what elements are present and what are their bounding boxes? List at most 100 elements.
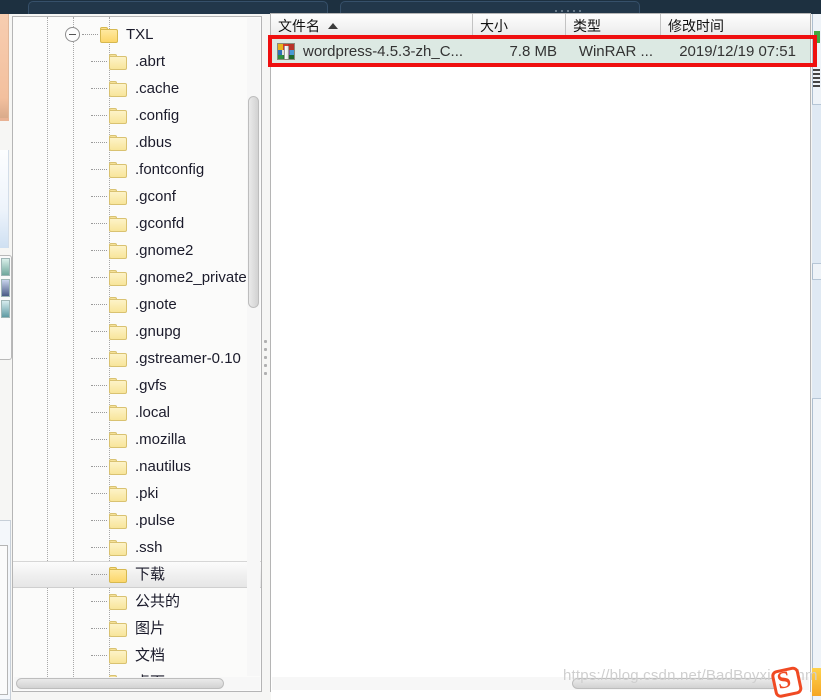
tree-item-18[interactable]: .pulse [13,507,261,534]
column-header-filename[interactable]: 文件名 [271,14,473,37]
tree-item-label: .config [135,107,180,124]
tree-item-label: 文档 [135,647,166,664]
tree-item-label: 公共的 [135,593,181,610]
tree-item-label: .gconf [135,188,176,205]
tree-connector-line [91,358,107,359]
folder-icon [109,323,128,340]
tree-connector-line [91,331,107,332]
column-header-size[interactable]: 大小 [473,14,566,37]
tree-item-11[interactable]: .gnupg [13,318,261,345]
screenshot-root: TXL .abrt .cache .config .dbus .fontconfig .gc… [0,0,821,700]
tree-item-19[interactable]: .ssh [13,534,261,561]
tree-item-label: .gconfd [135,215,185,232]
tree-connector-line [91,547,107,548]
folder-icon [109,566,128,583]
file-list-body[interactable]: wordpress-4.5.3-zh_C... 7.8 MB WinRAR ..… [271,38,810,700]
tree-item-label: .abrt [135,53,166,70]
tree-item-3[interactable]: .config [13,102,261,129]
background-green-marker [814,31,820,43]
tree-item-label: .gnupg [135,323,181,340]
tree-item-15[interactable]: .mozilla [13,426,261,453]
folder-icon [109,539,128,556]
tree-item-16[interactable]: .nautilus [13,453,261,480]
tree-item-label: .gnome2 [135,242,194,259]
folder-icon [109,161,128,178]
folder-icon [109,512,128,529]
tree-connector-line [91,628,107,629]
background-peach-divider [0,118,9,121]
folder-icon [109,620,128,637]
tree-connector-line [91,169,107,170]
table-row[interactable]: wordpress-4.5.3-zh_C... 7.8 MB WinRAR ..… [271,38,810,64]
tree-item-label: .nautilus [135,458,191,475]
tree-item-23[interactable]: 文档 [13,642,261,669]
folder-tree-list: TXL .abrt .cache .config .dbus .fontconfig .gc… [13,17,261,677]
folder-tree-panel[interactable]: TXL .abrt .cache .config .dbus .fontconfig .gc… [12,16,262,692]
tree-item-6[interactable]: .gconf [13,183,261,210]
tree-item-5[interactable]: .fontconfig [13,156,261,183]
winrar-archive-icon [277,42,295,60]
tree-item-label: .ssh [135,539,163,556]
sort-ascending-icon [328,22,338,29]
tree-item-22[interactable]: 图片 [13,615,261,642]
tree-item-8[interactable]: .gnome2 [13,237,261,264]
tree-item-2[interactable]: .cache [13,75,261,102]
tree-item-label: .local [135,404,171,421]
tree-item-label: .gnote [135,296,177,313]
tree-vertical-scrollbar-thumb[interactable] [248,96,259,308]
tree-connector-line [91,520,107,521]
folder-icon [109,458,128,475]
tree-item-13[interactable]: .gvfs [13,372,261,399]
folder-icon [109,107,128,124]
tree-connector-line [91,385,107,386]
tree-item-20[interactable]: 下载 [13,561,261,588]
tree-item-21[interactable]: 公共的 [13,588,261,615]
folder-icon [109,485,128,502]
folder-icon [109,134,128,151]
pane-splitter-grip[interactable] [264,340,267,375]
folder-icon [109,593,128,610]
tree-item-label: 图片 [135,620,166,637]
tree-connector-line [91,412,107,413]
tree-connector-line [91,142,107,143]
tree-item-label: .gnome2_private [135,269,247,286]
tree-item-label: .fontconfig [135,161,205,178]
tree-horizontal-scrollbar[interactable] [14,677,260,690]
tree-item-10[interactable]: .gnote [13,291,261,318]
background-bar-marker [813,69,820,87]
folder-icon [109,647,128,664]
column-header-modified-label: 修改时间 [668,17,724,34]
tree-item-7[interactable]: .gconfd [13,210,261,237]
file-list-panel[interactable]: 文件名 大小 类型 修改时间 wordpress-4.5.3-zh_C... 7… [270,13,811,700]
background-title-bar [0,0,821,14]
tree-item-24[interactable]: 桌面 [13,669,261,677]
tree-item-label: TXL [126,26,154,43]
tree-item-12[interactable]: .gstreamer-0.10 [13,345,261,372]
tree-item-1[interactable]: .abrt [13,48,261,75]
tree-item-9[interactable]: .gnome2_private [13,264,261,291]
tree-connector-line [91,304,107,305]
column-header-modified[interactable]: 修改时间 [661,14,810,37]
folder-icon [109,242,128,259]
column-header-filename-label: 文件名 [278,17,320,34]
tree-item-0[interactable]: TXL [13,21,261,48]
tree-item-label: .pulse [135,512,176,529]
background-lower-inner-panel [0,545,8,695]
file-type-cell: WinRAR ... [578,42,653,60]
tree-item-4[interactable]: .dbus [13,129,261,156]
file-modified-cell: 2019/12/19 07:51 [679,42,796,60]
folder-icon [109,53,128,70]
folder-icon [109,431,128,448]
tree-connector-line [91,439,107,440]
folder-icon [109,404,128,421]
background-peach-panel [0,14,9,119]
tree-item-14[interactable]: .local [13,399,261,426]
tree-item-17[interactable]: .pki [13,480,261,507]
tree-connector-line [91,574,107,575]
folder-icon [109,269,128,286]
tree-vertical-scrollbar[interactable] [247,18,260,676]
column-header-type[interactable]: 类型 [566,14,661,37]
tree-collapse-icon[interactable] [65,27,80,42]
tree-connector-line [91,466,107,467]
tree-horizontal-scrollbar-thumb[interactable] [16,678,224,689]
